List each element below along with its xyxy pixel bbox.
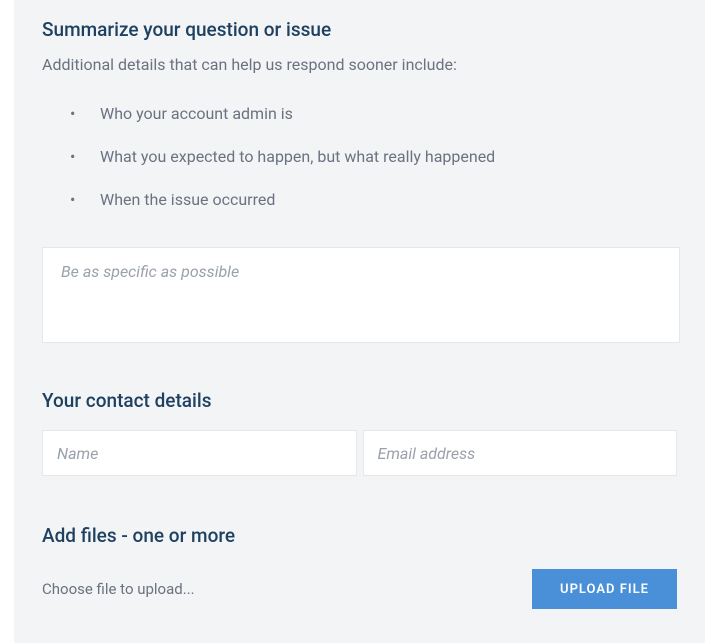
contact-row <box>42 430 677 476</box>
issue-description-input[interactable] <box>42 247 680 343</box>
files-heading: Add files - one or more <box>42 524 677 547</box>
email-input[interactable] <box>363 430 678 476</box>
name-input[interactable] <box>42 430 357 476</box>
choose-file-label: Choose file to upload... <box>42 580 195 598</box>
details-list: Who your account admin is What you expec… <box>42 104 677 209</box>
list-item: When the issue occurred <box>70 190 677 209</box>
list-item: What you expected to happen, but what re… <box>70 147 677 166</box>
upload-file-button[interactable]: UPLOAD FILE <box>532 569 677 609</box>
summarize-subtext: Additional details that can help us resp… <box>42 55 677 74</box>
summarize-heading: Summarize your question or issue <box>42 18 677 41</box>
contact-heading: Your contact details <box>42 389 677 412</box>
support-form-panel: Summarize your question or issue Additio… <box>14 0 705 643</box>
list-item: Who your account admin is <box>70 104 677 123</box>
file-upload-row: Choose file to upload... UPLOAD FILE <box>42 569 677 609</box>
